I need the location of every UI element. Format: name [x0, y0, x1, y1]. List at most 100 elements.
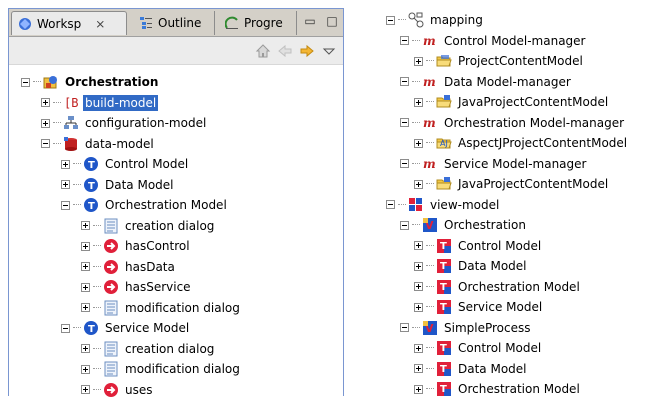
tree-item[interactable]: V SimpleProcess: [400, 319, 533, 337]
collapse-icon[interactable]: [400, 118, 409, 127]
tree-item[interactable]: V Orchestration: [400, 216, 528, 234]
expand-icon[interactable]: [81, 344, 90, 353]
tab-outline[interactable]: Outline: [133, 11, 215, 35]
tree-connector: [93, 245, 101, 247]
tree-item[interactable]: hasService: [81, 278, 193, 296]
collapse-icon[interactable]: [400, 77, 409, 86]
tree-connector: [412, 121, 420, 124]
tree-item[interactable]: m Control Model-manager: [400, 32, 588, 50]
tree-item[interactable]: ProjectContentModel: [414, 52, 585, 70]
tree-item[interactable]: creation dialog: [81, 217, 216, 235]
minimize-icon[interactable]: ▭: [303, 14, 317, 28]
svg-text:T: T: [440, 384, 447, 395]
form-icon: [103, 218, 119, 234]
tree-item[interactable]: AJ AspectJProjectContentModel: [414, 134, 629, 152]
expand-icon[interactable]: [81, 303, 90, 312]
expand-icon[interactable]: [414, 97, 423, 107]
tree-item[interactable]: T Control Model: [414, 237, 543, 255]
tree-item-label: ProjectContentModel: [458, 54, 583, 68]
expand-icon[interactable]: [414, 138, 423, 148]
tree-connector: [73, 327, 81, 329]
collapse-icon[interactable]: [61, 200, 70, 210]
expand-icon[interactable]: [81, 385, 90, 394]
tab-label: Outline: [158, 16, 202, 30]
expand-icon[interactable]: [41, 98, 50, 107]
tree-item[interactable]: T Data Model: [414, 257, 529, 275]
tree-item[interactable]: T Orchestration Model: [414, 380, 582, 398]
collapse-icon[interactable]: [400, 220, 409, 230]
tree-item[interactable]: JavaProjectContentModel: [414, 175, 610, 193]
expand-icon[interactable]: [81, 262, 90, 271]
tree-item[interactable]: m Data Model-manager: [400, 73, 573, 91]
tree-item[interactable]: creation dialog: [81, 340, 216, 358]
tree-item-label: Control Model: [458, 341, 542, 355]
arrow-right-icon: [103, 382, 119, 398]
tree-item[interactable]: T Data Model: [61, 176, 176, 194]
tree-connector: [73, 204, 81, 206]
collapse-icon[interactable]: [400, 36, 409, 45]
collapse-icon[interactable]: [386, 15, 395, 25]
expand-icon[interactable]: [414, 343, 423, 353]
tree-item[interactable]: m Orchestration Model-manager: [400, 114, 626, 132]
expand-icon[interactable]: [81, 282, 90, 292]
tab-workspace[interactable]: Worksp ⨯: [11, 11, 127, 35]
tree-item[interactable]: mapping: [386, 11, 485, 29]
expand-icon[interactable]: [414, 179, 423, 189]
collapse-icon[interactable]: [400, 159, 409, 168]
collapse-icon[interactable]: [400, 323, 409, 332]
workspace-view: Worksp ⨯ Outline Progre ▭ □ Orchestratio…: [8, 8, 344, 398]
expand-icon[interactable]: [81, 364, 90, 374]
collapse-icon[interactable]: [41, 139, 50, 148]
tree-item[interactable]: T Control Model: [61, 155, 190, 173]
tree-item[interactable]: m Service Model-manager: [400, 155, 588, 173]
close-icon[interactable]: ⨯: [95, 17, 105, 31]
collapse-icon[interactable]: [61, 323, 70, 333]
expand-icon[interactable]: [414, 241, 423, 250]
expand-icon[interactable]: [414, 384, 423, 394]
tree-item[interactable]: T Control Model: [414, 339, 543, 357]
tree-item[interactable]: JavaProjectContentModel: [414, 93, 610, 111]
tree-connector: [426, 347, 434, 349]
expand-icon[interactable]: [414, 261, 423, 271]
collapse-icon[interactable]: [21, 77, 30, 87]
tree-item-label: AspectJProjectContentModel: [458, 136, 628, 150]
tree-item[interactable]: data-model: [41, 135, 156, 153]
tree-item-label: Service Model: [458, 300, 543, 314]
expand-icon[interactable]: [414, 364, 423, 373]
tree-item[interactable]: view-model: [386, 196, 501, 214]
view-t-icon: T: [436, 258, 452, 274]
view-v-icon: V: [422, 320, 438, 336]
expand-icon[interactable]: [61, 180, 70, 189]
svg-text:m: m: [423, 157, 436, 171]
tab-progress[interactable]: Progre: [219, 11, 297, 35]
tree-item[interactable]: Orchestration: [21, 73, 160, 91]
tree-item[interactable]: hasData: [81, 258, 177, 276]
tree-connector: [426, 285, 434, 288]
tree-item[interactable]: modification dialog: [81, 360, 242, 378]
view-menu-icon[interactable]: [321, 43, 337, 59]
collapse-icon[interactable]: [386, 200, 395, 209]
tree-item[interactable]: T Orchestration Model: [414, 278, 582, 296]
back-arrow-icon[interactable]: [277, 43, 293, 59]
expand-icon[interactable]: [414, 302, 423, 312]
forward-arrow-icon[interactable]: [299, 43, 315, 59]
tree-item-label: JavaProjectContentModel: [458, 95, 609, 109]
expand-icon[interactable]: [41, 118, 50, 128]
tree-item[interactable]: hasControl: [81, 237, 192, 255]
tree-connector: [93, 306, 101, 309]
home-icon[interactable]: [255, 43, 271, 59]
tree-item[interactable]: T Data Model: [414, 360, 529, 378]
tree-item[interactable]: T Service Model: [61, 319, 191, 337]
arrow-right-icon: [103, 238, 119, 254]
tree-item[interactable]: configuration-model: [41, 114, 208, 132]
tree-item[interactable]: [B] build-model: [41, 94, 159, 112]
tree-item[interactable]: T Orchestration Model: [61, 196, 229, 214]
expand-icon[interactable]: [61, 159, 70, 169]
expand-icon[interactable]: [81, 221, 90, 230]
expand-icon[interactable]: [414, 56, 423, 66]
tree-item[interactable]: T Service Model: [414, 298, 544, 316]
expand-icon[interactable]: [81, 241, 90, 251]
tree-item[interactable]: modification dialog: [81, 299, 242, 317]
expand-icon[interactable]: [414, 282, 423, 291]
maximize-icon[interactable]: □: [325, 14, 339, 28]
